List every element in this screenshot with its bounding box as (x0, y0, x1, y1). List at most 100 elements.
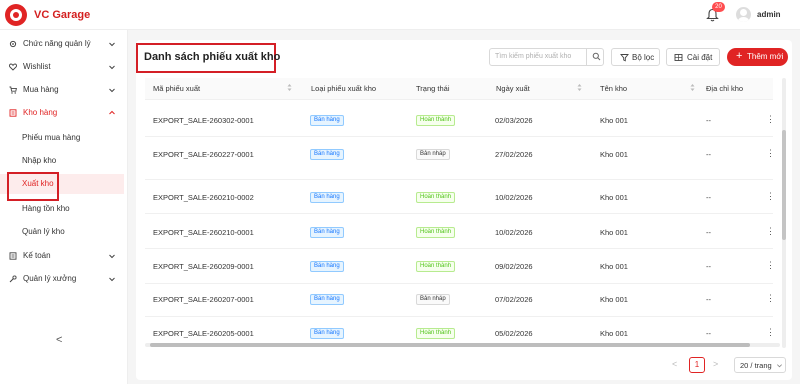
cell-date: 09/02/2026 (495, 262, 533, 271)
cell-address: -- (706, 193, 711, 202)
sidebar-subitem-label: Hàng tồn kho (22, 204, 70, 213)
type-tag: Bán hàng (310, 294, 344, 305)
cell-address: -- (706, 329, 711, 338)
search-input[interactable]: Tìm kiếm phiếu xuất kho (489, 48, 604, 66)
column-header-status[interactable]: Trạng thái (416, 84, 450, 93)
cell-address: -- (706, 228, 711, 237)
sidebar-item-workshop[interactable]: Quản lý xưởng (0, 269, 128, 289)
chevron-down-icon (109, 42, 115, 47)
username[interactable]: admin (757, 10, 781, 19)
plus-icon: + (736, 50, 743, 62)
row-menu-icon[interactable]: ⋮ (766, 148, 775, 159)
vertical-scrollbar-thumb[interactable] (782, 130, 786, 240)
cell-address: -- (706, 116, 711, 125)
avatar[interactable] (736, 7, 751, 22)
logo-inner (10, 9, 22, 21)
column-header-type[interactable]: Loại phiếu xuất kho (311, 84, 376, 93)
page-title: Danh sách phiếu xuất kho (144, 51, 281, 63)
pagination-next-button[interactable]: > (713, 359, 718, 369)
row-menu-icon[interactable]: ⋮ (766, 327, 775, 338)
cell-code[interactable]: EXPORT_SALE-260227-0001 (153, 150, 254, 159)
column-header-code[interactable]: Mã phiếu xuất (153, 84, 200, 93)
cell-address: -- (706, 262, 711, 271)
sidebar-subitem-stock-in[interactable]: Nhập kho (0, 151, 124, 171)
sidebar-item-label: Kho hàng (23, 108, 58, 117)
status-badge: Bản nháp (416, 294, 450, 305)
search-icon (592, 52, 601, 61)
pagination-prev-button[interactable]: < (672, 359, 677, 369)
brand-logo-icon[interactable] (5, 4, 27, 26)
column-header-address[interactable]: Địa chỉ kho (706, 84, 743, 93)
row-menu-icon[interactable]: ⋮ (766, 293, 775, 304)
row-divider (145, 248, 773, 249)
cell-code[interactable]: EXPORT_SALE-260209-0001 (153, 262, 254, 271)
row-menu-icon[interactable]: ⋮ (766, 260, 775, 271)
sidebar-subitem-label: Phiếu mua hàng (22, 133, 81, 142)
sidebar-subitem-inventory[interactable]: Hàng tồn kho (0, 199, 124, 219)
cell-code[interactable]: EXPORT_SALE-260302-0001 (153, 116, 254, 125)
sort-icon[interactable] (690, 83, 695, 92)
wrench-icon (9, 275, 17, 283)
cell-warehouse: Kho 001 (600, 116, 628, 125)
row-menu-icon[interactable]: ⋮ (766, 114, 775, 125)
status-badge: Hoàn thành (416, 227, 456, 238)
column-header-date[interactable]: Ngày xuất (496, 84, 530, 93)
pagination-current-page[interactable]: 1 (689, 357, 705, 373)
sort-icon[interactable] (577, 83, 582, 92)
sidebar-item-warehouse[interactable]: Kho hàng (0, 103, 128, 123)
sidebar-item-management[interactable]: Chức năng quản lý (0, 34, 128, 54)
chevron-down-icon (777, 364, 782, 368)
cell-code[interactable]: EXPORT_SALE-260210-0002 (153, 193, 254, 202)
chevron-down-icon (109, 254, 115, 259)
chevron-down-icon (109, 65, 115, 70)
sort-icon[interactable] (287, 83, 292, 92)
row-menu-icon[interactable]: ⋮ (766, 191, 775, 202)
row-menu-icon[interactable]: ⋮ (766, 226, 775, 237)
cell-code[interactable]: EXPORT_SALE-260207-0001 (153, 295, 254, 304)
sidebar-subitem-purchase-order[interactable]: Phiếu mua hàng (0, 128, 124, 148)
search-button[interactable] (586, 49, 604, 65)
brand-name[interactable]: VC Garage (34, 9, 90, 21)
column-header-warehouse[interactable]: Tên kho (600, 84, 627, 93)
settings-button[interactable]: Cài đặt (666, 48, 720, 66)
cell-warehouse: Kho 001 (600, 150, 628, 159)
sidebar-item-label: Kế toán (23, 251, 51, 260)
type-tag: Bán hàng (310, 192, 344, 203)
page-size-value: 20 / trang (740, 361, 772, 370)
sidebar-subitem-warehouse-management[interactable]: Quản lý kho (0, 222, 124, 242)
table-header (145, 78, 773, 100)
cell-code[interactable]: EXPORT_SALE-260210-0001 (153, 228, 254, 237)
sidebar-collapse-button[interactable]: < (56, 334, 62, 346)
cell-date: 05/02/2026 (495, 329, 533, 338)
sidebar-item-accounting[interactable]: Kế toán (0, 246, 128, 266)
sidebar-subitem-label: Nhập kho (22, 156, 57, 165)
filter-button[interactable]: Bộ lọc (611, 48, 660, 66)
cell-warehouse: Kho 001 (600, 295, 628, 304)
cell-code[interactable]: EXPORT_SALE-260205-0001 (153, 329, 254, 338)
sidebar-item-label: Wishlist (23, 62, 51, 71)
cell-date: 10/02/2026 (495, 228, 533, 237)
cell-date: 07/02/2026 (495, 295, 533, 304)
chevron-up-icon (109, 110, 115, 115)
add-new-button[interactable]: + Thêm mới (727, 48, 788, 66)
status-badge: Bản nháp (416, 149, 450, 160)
sidebar-item-wishlist[interactable]: Wishlist (0, 57, 128, 77)
status-badge: Hoàn thành (416, 328, 456, 339)
sidebar-item-purchasing[interactable]: Mua hàng (0, 80, 128, 100)
row-divider (145, 136, 773, 137)
page-size-select[interactable]: 20 / trang (734, 357, 786, 373)
filter-icon (620, 54, 629, 62)
logo-dot (13, 12, 19, 18)
cell-warehouse: Kho 001 (600, 193, 628, 202)
warehouse-icon (9, 109, 17, 117)
status-badge: Hoàn thành (416, 115, 456, 126)
cell-warehouse: Kho 001 (600, 228, 628, 237)
type-tag: Bán hàng (310, 328, 344, 339)
cell-address: -- (706, 150, 711, 159)
status-badge: Hoàn thành (416, 261, 456, 272)
horizontal-scrollbar-thumb[interactable] (150, 343, 750, 347)
top-bar: VC Garage 20 admin (0, 0, 800, 30)
cell-date: 10/02/2026 (495, 193, 533, 202)
type-tag: Bán hàng (310, 227, 344, 238)
sidebar-subitem-label: Quản lý kho (22, 227, 65, 236)
